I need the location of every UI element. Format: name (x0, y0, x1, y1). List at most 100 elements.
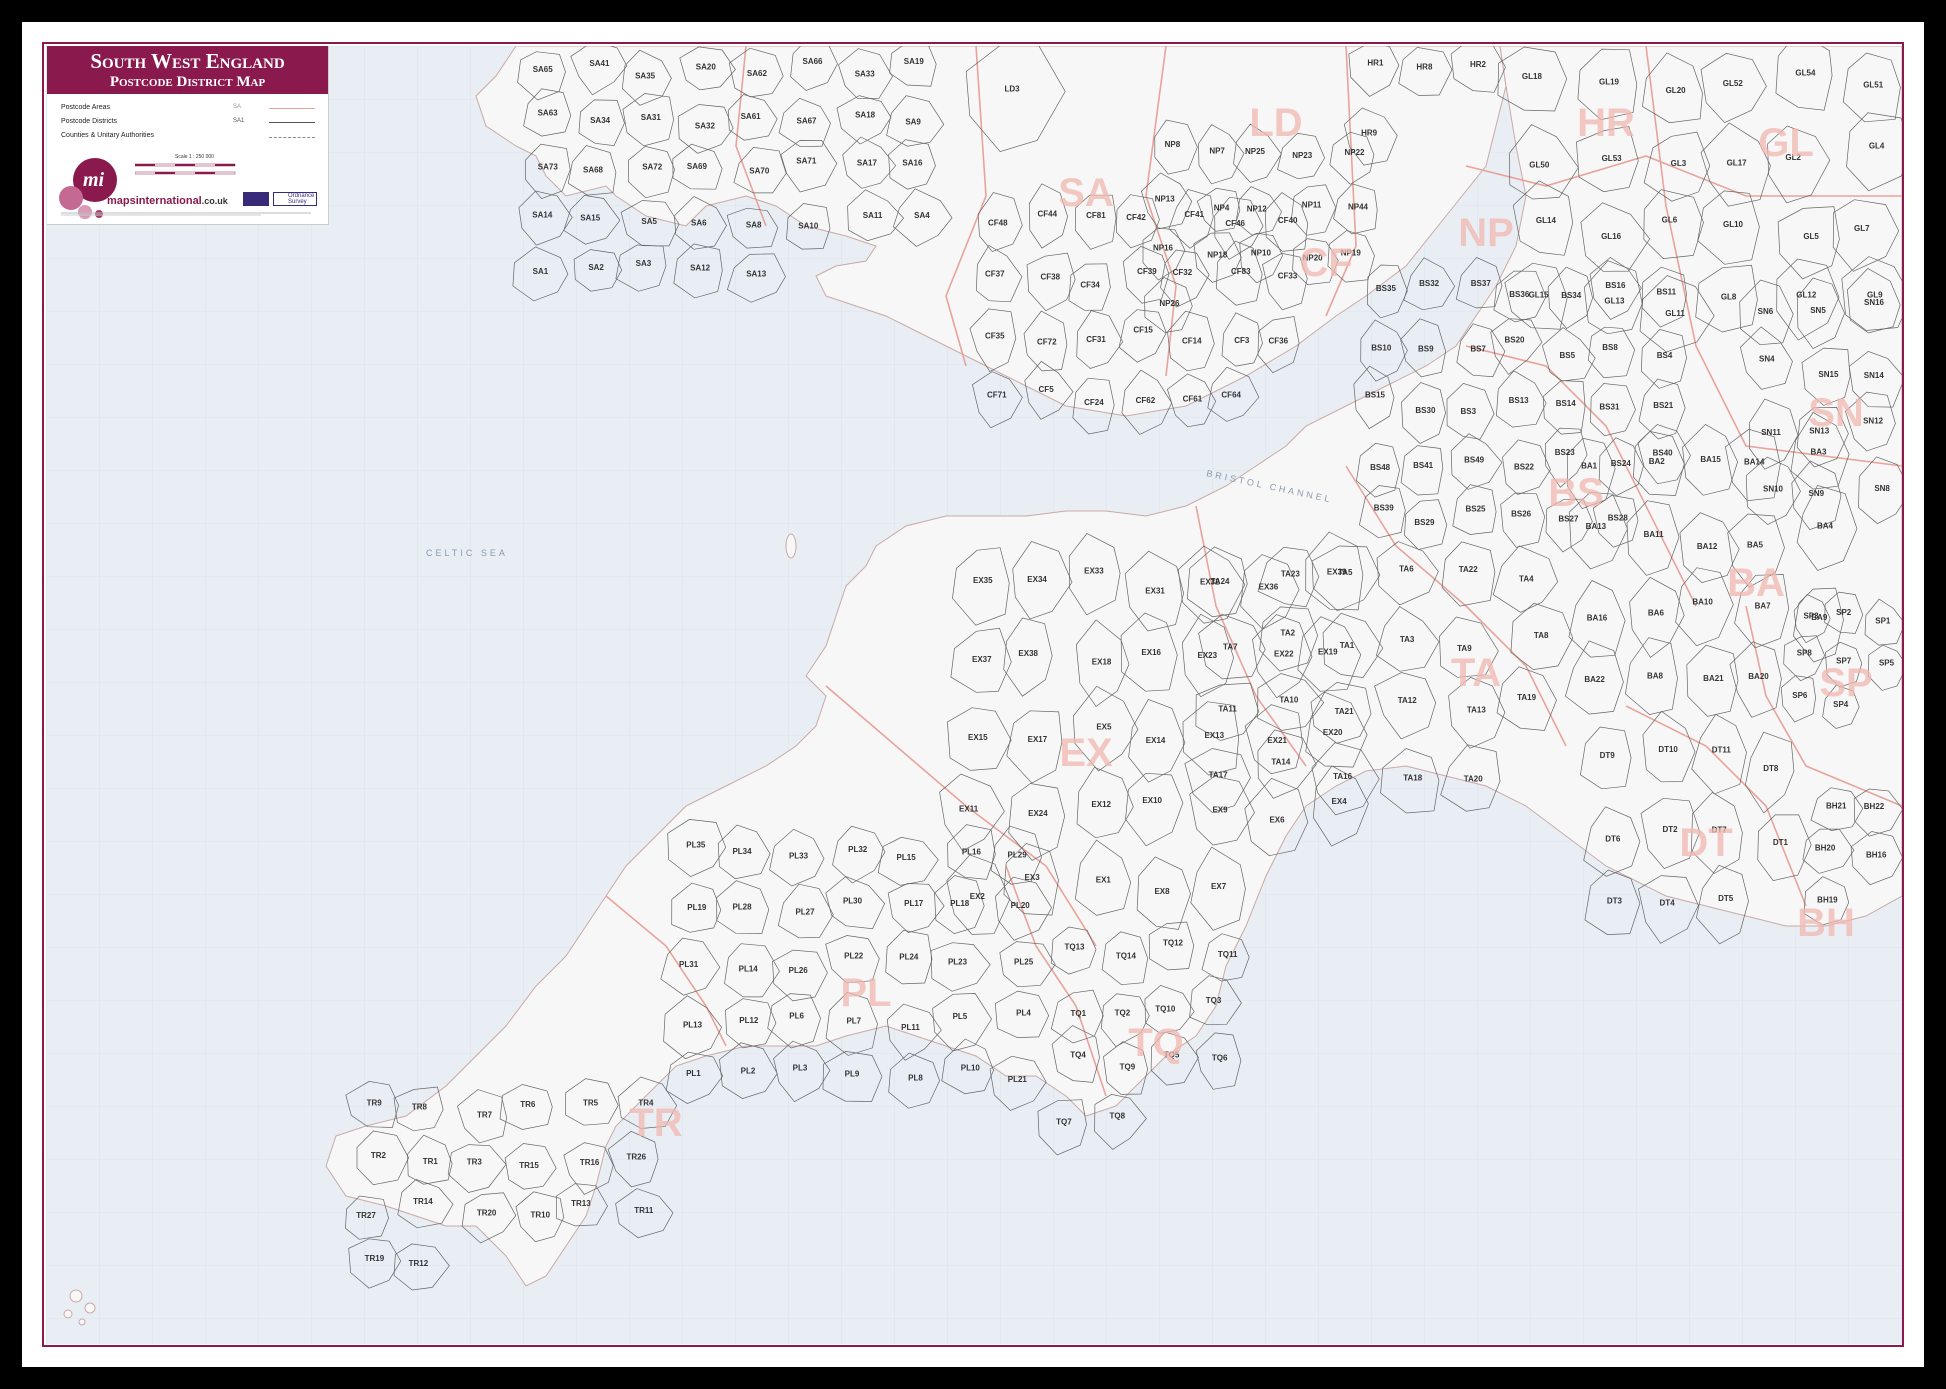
district-label-pl1: PL1 (686, 1069, 701, 1078)
district-label-np25: NP25 (1245, 147, 1266, 156)
district-label-sa13: SA13 (746, 270, 767, 279)
district-label-tr8: TR8 (412, 1103, 428, 1112)
district-label-pl6: PL6 (789, 1011, 804, 1020)
map-canvas[interactable]: SA65 SA41 SA35 SA20 SA62 SA66 SA33 SA19 SA63 SA34… (46, 46, 1902, 1344)
district-label-dt3: DT3 (1607, 896, 1623, 905)
district-label-gl51: GL51 (1863, 80, 1884, 89)
district-label-ex23: EX23 (1198, 651, 1218, 660)
district-label-ba8: BA8 (1647, 671, 1664, 680)
district-label-cf32: CF32 (1173, 268, 1193, 277)
district-label-bs13: BS13 (1509, 396, 1530, 405)
area-label-ex: EX (1059, 731, 1113, 775)
district-label-sn6: SN6 (1758, 307, 1774, 316)
district-label-ex3: EX3 (1025, 873, 1041, 882)
district-label-ex7: EX7 (1211, 882, 1227, 891)
district-label-pl12: PL12 (739, 1016, 759, 1025)
district-label-pl24: PL24 (899, 953, 919, 962)
district-label-tr9: TR9 (367, 1098, 383, 1107)
district-label-ex38: EX38 (1018, 649, 1038, 658)
district-label-bs8: BS8 (1602, 343, 1618, 352)
district-label-pl7: PL7 (846, 1017, 861, 1026)
district-label-tq12: TQ12 (1163, 939, 1184, 948)
scale-text: Scale 1 : 250 000 (175, 154, 214, 160)
district-label-sa12: SA12 (690, 264, 711, 273)
district-label-ex15: EX15 (968, 733, 988, 742)
district-label-sn8: SN8 (1874, 484, 1890, 493)
district-label-bs28: BS28 (1608, 514, 1629, 523)
district-label-sa67: SA67 (796, 116, 817, 125)
area-label-hr: HR (1577, 101, 1635, 145)
district-label-ex33: EX33 (1084, 566, 1104, 575)
district-label-ba20: BA20 (1748, 672, 1769, 681)
legend-line-districts (269, 122, 315, 123)
district-label-sn9: SN9 (1809, 489, 1825, 498)
district-label-pl23: PL23 (948, 958, 968, 967)
district-label-ta18: TA18 (1403, 773, 1423, 782)
district-label-sn5: SN5 (1810, 306, 1826, 315)
district-label-hr8: HR8 (1416, 63, 1433, 72)
district-label-bs21: BS21 (1653, 401, 1674, 410)
district-label-ex35: EX35 (973, 576, 993, 585)
district-label-ex21: EX21 (1267, 736, 1287, 745)
district-label-bs39: BS39 (1374, 503, 1395, 512)
district-label-sa66: SA66 (802, 57, 823, 66)
district-label-np23: NP23 (1292, 151, 1313, 160)
district-label-np26: NP26 (1159, 299, 1180, 308)
copyright-small-print (61, 212, 311, 216)
area-label-tr: TR (629, 1101, 682, 1145)
district-label-ta8: TA8 (1534, 631, 1549, 640)
district-label-np7: NP7 (1209, 146, 1225, 155)
legend-line-areas (269, 108, 315, 109)
district-label-ba22: BA22 (1584, 675, 1605, 684)
district-label-pl14: PL14 (739, 964, 759, 973)
district-label-bh20: BH20 (1815, 843, 1836, 852)
area-label-ba: BA (1727, 561, 1785, 605)
district-label-tr12: TR12 (409, 1259, 429, 1268)
district-label-sa41: SA41 (589, 59, 610, 68)
map-svg[interactable]: SA65 SA41 SA35 SA20 SA62 SA66 SA33 SA19 SA63 SA34… (46, 46, 1902, 1344)
district-label-ba11: BA11 (1644, 530, 1665, 539)
district-label-gl5: GL5 (1803, 232, 1819, 241)
district-label-sa33: SA33 (855, 70, 876, 79)
district-label-sa35: SA35 (635, 71, 656, 80)
district-label-sa8: SA8 (746, 221, 762, 230)
district-label-cf44: CF44 (1038, 210, 1058, 219)
district-label-bs4: BS4 (1657, 351, 1673, 360)
district-label-bs14: BS14 (1556, 399, 1577, 408)
district-label-ex22: EX22 (1274, 650, 1294, 659)
district-label-sa20: SA20 (696, 63, 717, 72)
district-label-bs32: BS32 (1419, 279, 1440, 288)
district-label-sn10: SN10 (1763, 484, 1784, 493)
district-label-ba21: BA21 (1703, 674, 1724, 683)
district-label-pl35: PL35 (686, 840, 706, 849)
district-label-bh22: BH22 (1864, 802, 1885, 811)
district-label-ta1: TA1 (1340, 641, 1355, 650)
district-label-gl3: GL3 (1671, 159, 1687, 168)
district-label-ta16: TA16 (1333, 772, 1353, 781)
district-label-gl10: GL10 (1723, 220, 1744, 229)
district-label-bs22: BS22 (1514, 463, 1535, 472)
district-label-bs15: BS15 (1365, 391, 1386, 400)
district-label-bs49: BS49 (1464, 455, 1485, 464)
district-label-ex10: EX10 (1142, 796, 1162, 805)
district-label-tr16: TR16 (580, 1158, 600, 1167)
district-label-pl28: PL28 (732, 903, 752, 912)
area-label-bh: BH (1797, 901, 1855, 945)
mapping-partner-badge (243, 192, 269, 206)
district-label-np13: NP13 (1155, 194, 1176, 203)
district-label-cf42: CF42 (1126, 213, 1146, 222)
district-label-ex20: EX20 (1323, 728, 1343, 737)
district-label-bs23: BS23 (1555, 448, 1576, 457)
district-label-tq1: TQ1 (1071, 1009, 1087, 1018)
area-label-dt: DT (1679, 821, 1732, 865)
legend-item-counties: Counties & Unitary Authorities (61, 132, 154, 139)
district-label-sp2: SP2 (1836, 608, 1852, 617)
district-label-ta21: TA21 (1335, 707, 1355, 716)
district-label-bs26: BS26 (1511, 510, 1532, 519)
district-label-ex24: EX24 (1028, 809, 1048, 818)
district-label-ta2: TA2 (1281, 629, 1296, 638)
district-label-ba16: BA16 (1587, 614, 1608, 623)
district-label-sa72: SA72 (642, 162, 663, 171)
district-label-cf39: CF39 (1137, 267, 1157, 276)
district-label-tq13: TQ13 (1064, 943, 1085, 952)
